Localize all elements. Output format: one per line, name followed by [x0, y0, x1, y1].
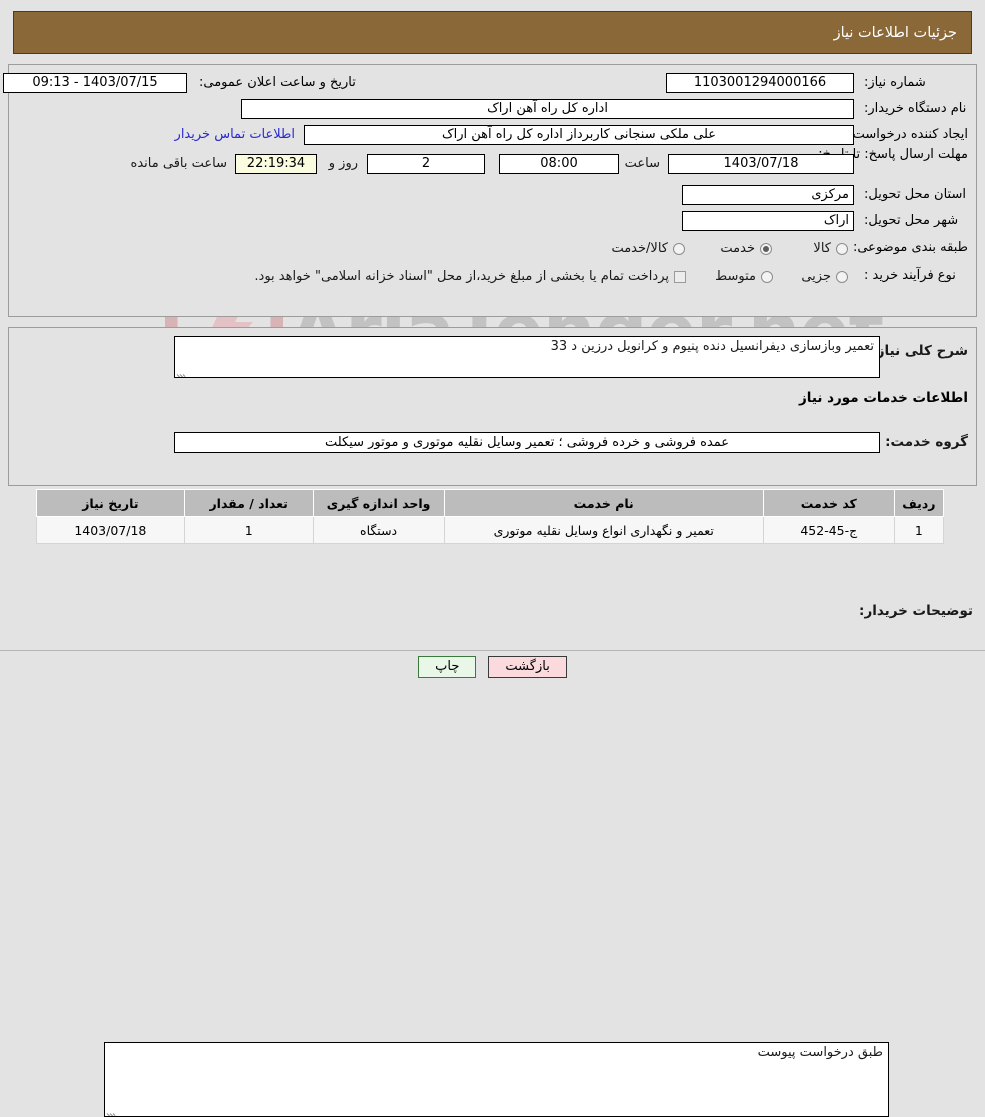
cell-unit: دستگاه: [312, 516, 445, 544]
page-header: جزئیات اطلاعات نیاز: [13, 11, 972, 54]
cell-row: 1: [893, 516, 945, 544]
services-table-wrap: ردیف کد خدمت نام خدمت واحد اندازه گیری ت…: [36, 489, 945, 544]
announce-datetime-value: 1403/07/15 - 09:13: [3, 73, 187, 93]
radio-option-jozei[interactable]: جزیی: [801, 269, 848, 284]
treasury-checkbox-option[interactable]: پرداخت تمام یا بخشی از مبلغ خرید،از محل …: [254, 269, 686, 284]
button-bar-divider: [0, 650, 985, 651]
need-number-label: شماره نیاز:: [864, 75, 926, 90]
delivery-province-value: مرکزی: [682, 185, 854, 205]
radio-option-motevaset[interactable]: متوسط: [715, 269, 773, 284]
buyer-contact-link[interactable]: اطلاعات تماس خریدار: [175, 127, 295, 142]
general-description-value: تعمیر وبازسازی دیفرانسیل دنده پنیوم و کر…: [550, 339, 874, 354]
radio-khedmat-icon[interactable]: [760, 242, 772, 255]
delivery-city-label: شهر محل تحویل:: [864, 213, 959, 228]
service-info-panel: شرح کلی نیاز: تعمیر وبازسازی دیفرانسیل د…: [8, 327, 977, 486]
table-header-row: ردیف کد خدمت نام خدمت واحد اندازه گیری ت…: [36, 489, 945, 517]
col-name: نام خدمت: [443, 489, 764, 517]
buyer-notes-label: توضیحات خریدار:: [859, 603, 973, 619]
deadline-remaining-label: ساعت باقی مانده: [130, 156, 227, 171]
radio-option-khedmat[interactable]: خدمت: [720, 241, 772, 256]
col-unit: واحد اندازه گیری: [312, 489, 445, 517]
radio-kala-icon[interactable]: [836, 242, 848, 255]
page-root: جزئیات اطلاعات نیاز شماره نیاز: 11030012…: [0, 11, 985, 1117]
service-group-label: گروه خدمت:: [885, 434, 968, 450]
action-button-bar: بازگشت چاپ: [0, 656, 985, 678]
request-creator-label: ایجاد کننده درخواست:: [848, 127, 968, 142]
radio-jozei-icon[interactable]: [836, 270, 848, 283]
buyer-notes-textarea[interactable]: طبق درخواست پیوست: [104, 1042, 889, 1117]
need-info-panel: شماره نیاز: 1103001294000166 تاریخ و ساع…: [3, 64, 977, 317]
col-date: تاریخ نیاز: [36, 489, 185, 517]
buyer-notes-resize-grip-icon[interactable]: [106, 1105, 117, 1116]
print-button[interactable]: چاپ: [418, 656, 477, 678]
deadline-date-value: 1403/07/18: [668, 154, 854, 174]
cell-name: تعمیر و نگهداری انواع وسایل نقلیه موتوری: [443, 516, 764, 544]
back-button[interactable]: بازگشت: [488, 656, 567, 678]
service-group-value: عمده فروشی و خرده فروشی ؛ تعمیر وسایل نق…: [174, 432, 880, 453]
deadline-label: مهلت ارسال پاسخ: تا تاریخ:: [818, 147, 968, 162]
buyer-notes-value: طبق درخواست پیوست: [757, 1045, 883, 1060]
col-qty: تعداد / مقدار: [183, 489, 314, 517]
general-description-label: شرح کلی نیاز:: [871, 343, 968, 359]
radio-kala-khedmat-label: کالا/خدمت: [611, 241, 668, 256]
deadline-days-value: 2: [367, 154, 485, 174]
buyer-org-value: اداره کل راه آهن اراک: [241, 99, 854, 119]
need-number-value: 1103001294000166: [666, 73, 854, 93]
treasury-checkbox-icon[interactable]: [674, 270, 686, 283]
radio-khedmat-label: خدمت: [720, 241, 755, 256]
general-description-textarea[interactable]: تعمیر وبازسازی دیفرانسیل دنده پنیوم و کر…: [174, 336, 880, 378]
col-row: ردیف: [893, 489, 945, 517]
treasury-checkbox-label: پرداخت تمام یا بخشی از مبلغ خرید،از محل …: [254, 269, 669, 284]
col-code: کد خدمت: [762, 489, 895, 517]
deadline-days-label: روز و: [328, 156, 358, 171]
radio-motevaset-icon[interactable]: [761, 270, 773, 283]
deadline-countdown-value: 22:19:34: [235, 154, 317, 174]
table-row: 1 ج-45-452 تعمیر و نگهداری انواع وسایل ن…: [36, 516, 945, 544]
buyer-org-label: نام دستگاه خریدار:: [864, 101, 967, 116]
announce-datetime-label: تاریخ و ساعت اعلان عمومی:: [199, 75, 356, 90]
delivery-city-value: اراک: [682, 211, 854, 231]
cell-qty: 1: [183, 516, 314, 544]
deadline-hour-value: 08:00: [499, 154, 619, 174]
deadline-hour-label: ساعت: [624, 156, 660, 171]
resize-grip-icon[interactable]: [176, 366, 187, 377]
radio-option-kala-khedmat[interactable]: کالا/خدمت: [611, 241, 685, 256]
radio-kala-khedmat-icon[interactable]: [673, 242, 685, 255]
cell-code: ج-45-452: [762, 516, 895, 544]
subject-category-label: طبقه بندی موضوعی:: [852, 240, 968, 255]
delivery-province-label: استان محل تحویل:: [864, 187, 966, 202]
radio-kala-label: کالا: [813, 241, 831, 256]
purchase-process-label: نوع فرآیند خرید :: [864, 268, 956, 283]
radio-jozei-label: جزیی: [801, 269, 831, 284]
request-creator-value: علی ملکی سنجانی کاربرداز اداره کل راه آه…: [304, 125, 854, 145]
services-section-title: اطلاعات خدمات مورد نیاز: [798, 390, 968, 406]
page-title: جزئیات اطلاعات نیاز: [833, 24, 957, 41]
cell-date: 1403/07/18: [36, 516, 185, 544]
radio-option-kala[interactable]: کالا: [813, 241, 848, 256]
services-table: ردیف کد خدمت نام خدمت واحد اندازه گیری ت…: [36, 489, 945, 544]
radio-motevaset-label: متوسط: [715, 269, 756, 284]
